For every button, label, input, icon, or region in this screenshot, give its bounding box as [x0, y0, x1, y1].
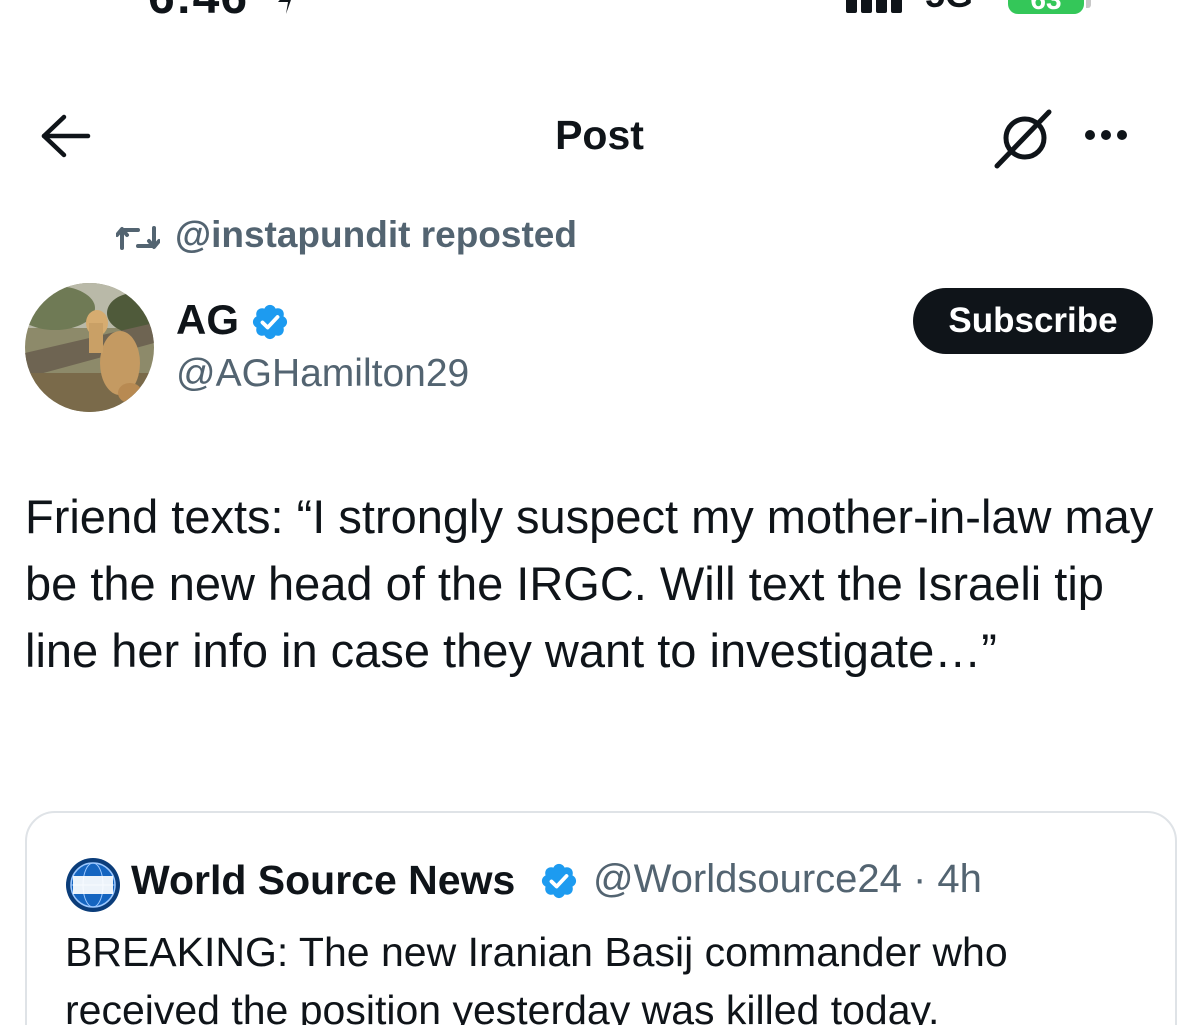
author-name[interactable]: AG [176, 296, 239, 344]
repost-label[interactable]: @instapundit reposted [175, 214, 577, 256]
post-screen: 6:46 5G 63 Post @instapundit reposted [0, 0, 1199, 1025]
repost-icon [116, 226, 160, 250]
battery-indicator: 63 [1008, 0, 1084, 15]
network-type: 5G [925, 0, 973, 16]
quoted-author-name[interactable]: World Source News [131, 857, 515, 904]
status-time: 6:46 [148, 0, 248, 25]
subscribe-button[interactable]: Subscribe [913, 288, 1153, 354]
signal-bars-icon [846, 0, 906, 13]
quoted-handle-time: @Worldsource24 · 4h [593, 857, 982, 901]
quoted-tweet-card[interactable]: World Source News @Worldsource24 · 4h BR… [25, 811, 1177, 1025]
verified-badge-icon [541, 863, 577, 899]
location-arrow-icon [278, 0, 291, 14]
verified-badge-icon [252, 304, 288, 340]
quoted-tweet-text: BREAKING: The new Iranian Basij commande… [65, 929, 1008, 1025]
more-options-icon[interactable] [1085, 120, 1139, 150]
battery-tip [1086, 0, 1091, 8]
author-handle[interactable]: @AGHamilton29 [176, 352, 469, 396]
world-source-news-logo [66, 858, 120, 912]
tweet-text: Friend texts: “I strongly suspect my mot… [25, 490, 1154, 677]
grok-icon[interactable] [993, 108, 1055, 170]
dog-photo-icon [25, 283, 154, 412]
author-avatar[interactable] [25, 283, 154, 412]
